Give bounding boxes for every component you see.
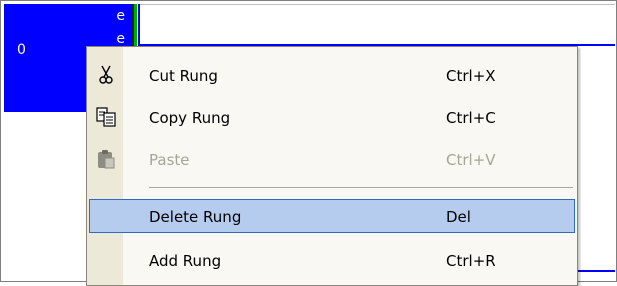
paste-icon [95,149,117,169]
menu-item-shortcut: Ctrl+R [446,252,496,270]
menu-item-paste[interactable]: Paste Ctrl+V [89,142,575,176]
menu-item-label: Copy Rung [149,109,231,127]
menu-item-add-rung[interactable]: Add Rung Ctrl+R [89,243,575,277]
rung-marker-top: e [116,8,125,24]
context-menu: Cut Rung Ctrl+X Copy Rung Ctrl+C Paste C… [86,46,578,286]
rung-marker-bottom: e [116,31,125,47]
menu-separator [149,187,573,188]
menu-item-label: Paste [149,151,190,169]
menu-item-label: Delete Rung [149,208,242,226]
menu-item-shortcut: Ctrl+C [446,109,496,127]
menu-item-copy-rung[interactable]: Copy Rung Ctrl+C [89,100,575,134]
menu-item-delete-rung[interactable]: Delete Rung Del [89,199,575,233]
rung-number: 0 [17,42,26,58]
scissors-icon [95,65,117,85]
top-border-line [140,4,615,5]
menu-item-shortcut: Ctrl+X [446,67,496,85]
menu-item-label: Cut Rung [149,67,218,85]
menu-item-label: Add Rung [149,252,222,270]
menu-item-shortcut: Ctrl+V [446,151,496,169]
menu-item-shortcut: Del [446,208,471,226]
menu-item-cut-rung[interactable]: Cut Rung Ctrl+X [89,58,575,92]
copy-icon [95,107,117,127]
